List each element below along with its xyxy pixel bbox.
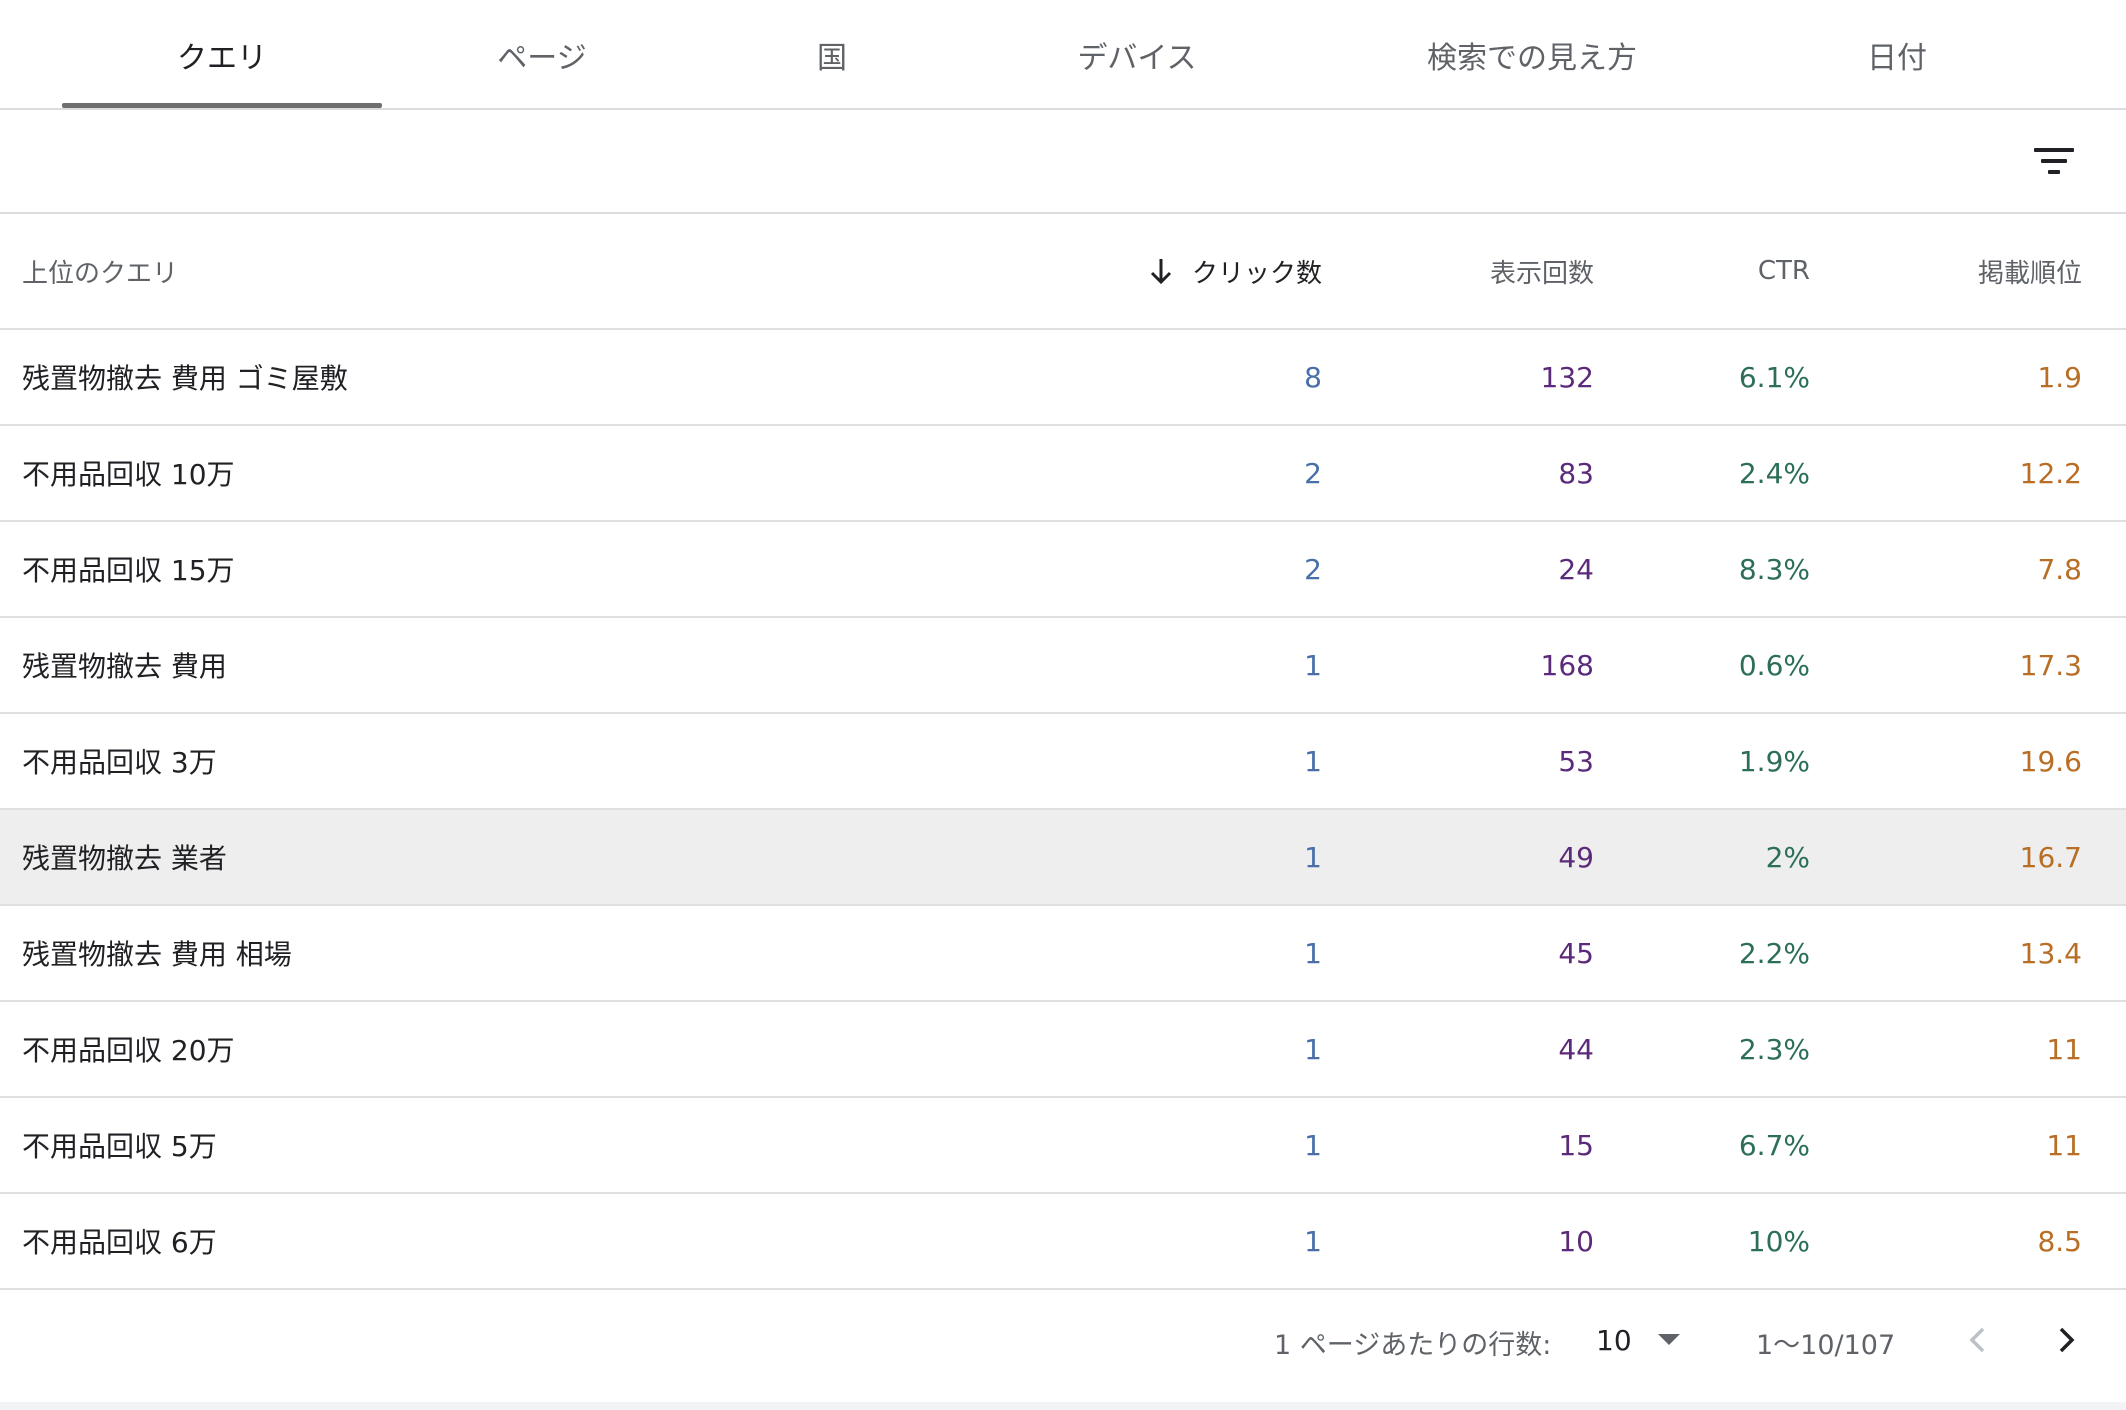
impressions-cell: 15 <box>1330 1098 1594 1192</box>
ctr-cell: 1.9% <box>1600 714 1810 808</box>
column-header-query[interactable]: 上位のクエリ <box>22 214 1022 328</box>
query-cell: 不用品回収 5万 <box>22 1098 1022 1192</box>
queries-table: 上位のクエリ クリック数 表示回数 CTR 掲載順位 残置物撤去 費用 ゴミ屋敷… <box>0 214 2126 1290</box>
impressions-cell: 45 <box>1330 906 1594 1000</box>
tab-country[interactable]: 国 <box>712 0 952 110</box>
impressions-cell: 10 <box>1330 1194 1594 1288</box>
position-cell: 13.4 <box>1820 906 2082 1000</box>
impressions-cell: 53 <box>1330 714 1594 808</box>
filter-list-icon[interactable] <box>2034 144 2074 180</box>
bottom-edge <box>0 1402 2126 1410</box>
query-cell: 不用品回収 20万 <box>22 1002 1022 1096</box>
chevron-right-icon <box>2040 1314 2092 1366</box>
clicks-cell: 1 <box>1030 1194 1322 1288</box>
clicks-cell: 1 <box>1030 1002 1322 1096</box>
column-header-clicks-label: クリック数 <box>1192 253 1322 290</box>
ctr-cell: 2.2% <box>1600 906 1810 1000</box>
table-row[interactable]: 残置物撤去 費用 1 168 0.6% 17.3 <box>0 618 2126 714</box>
table-header-row: 上位のクエリ クリック数 表示回数 CTR 掲載順位 <box>0 214 2126 330</box>
tab-device[interactable]: デバイス <box>982 0 1292 110</box>
dropdown-arrow-icon <box>1658 1334 1680 1345</box>
arrow-down-icon <box>1148 256 1174 286</box>
position-cell: 16.7 <box>1820 810 2082 904</box>
table-row[interactable]: 不用品回収 20万 1 44 2.3% 11 <box>0 1002 2126 1098</box>
pagination-footer: 1 ページあたりの行数: 10 1〜10/107 <box>0 1292 2126 1402</box>
table-row-hovered[interactable]: 残置物撤去 業者 1 49 2% 16.7 <box>0 810 2126 906</box>
table-row[interactable]: 不用品回収 6万 1 10 10% 8.5 <box>0 1194 2126 1290</box>
impressions-cell: 168 <box>1330 618 1594 712</box>
position-cell: 19.6 <box>1820 714 2082 808</box>
ctr-cell: 2.3% <box>1600 1002 1810 1096</box>
position-cell: 7.8 <box>1820 522 2082 616</box>
tab-date[interactable]: 日付 <box>1772 0 2022 110</box>
pagination-range: 1〜10/107 <box>1756 1320 1895 1364</box>
table-row[interactable]: 不用品回収 3万 1 53 1.9% 19.6 <box>0 714 2126 810</box>
dimension-tabs: クエリ ページ 国 デバイス 検索での見え方 日付 <box>0 0 2126 110</box>
tab-page[interactable]: ページ <box>392 0 692 110</box>
query-cell: 不用品回収 15万 <box>22 522 1022 616</box>
table-row[interactable]: 不用品回収 5万 1 15 6.7% 11 <box>0 1098 2126 1194</box>
column-header-position[interactable]: 掲載順位 <box>1820 214 2082 328</box>
impressions-cell: 132 <box>1330 330 1594 424</box>
rows-per-page-label: 1 ページあたりの行数: <box>1274 1320 1551 1364</box>
active-tab-indicator <box>62 103 382 108</box>
position-cell: 1.9 <box>1820 330 2082 424</box>
filter-bar <box>0 110 2126 214</box>
position-cell: 11 <box>1820 1002 2082 1096</box>
table-row[interactable]: 不用品回収 10万 2 83 2.4% 12.2 <box>0 426 2126 522</box>
chevron-left-icon <box>1952 1314 2004 1366</box>
ctr-cell: 10% <box>1600 1194 1810 1288</box>
query-cell: 不用品回収 3万 <box>22 714 1022 808</box>
next-page-button[interactable] <box>2040 1314 2092 1366</box>
position-cell: 17.3 <box>1820 618 2082 712</box>
column-header-ctr[interactable]: CTR <box>1600 214 1810 328</box>
clicks-cell: 1 <box>1030 1098 1322 1192</box>
query-cell: 不用品回収 10万 <box>22 426 1022 520</box>
table-row[interactable]: 残置物撤去 費用 相場 1 45 2.2% 13.4 <box>0 906 2126 1002</box>
table-row[interactable]: 残置物撤去 費用 ゴミ屋敷 8 132 6.1% 1.9 <box>0 330 2126 426</box>
ctr-cell: 6.1% <box>1600 330 1810 424</box>
position-cell: 11 <box>1820 1098 2082 1192</box>
impressions-cell: 49 <box>1330 810 1594 904</box>
query-cell: 残置物撤去 費用 ゴミ屋敷 <box>22 330 1022 424</box>
position-cell: 8.5 <box>1820 1194 2082 1288</box>
table-row[interactable]: 不用品回収 15万 2 24 8.3% 7.8 <box>0 522 2126 618</box>
tab-query[interactable]: クエリ <box>62 0 382 110</box>
position-cell: 12.2 <box>1820 426 2082 520</box>
clicks-cell: 2 <box>1030 522 1322 616</box>
clicks-cell: 8 <box>1030 330 1322 424</box>
previous-page-button[interactable] <box>1952 1314 2004 1366</box>
ctr-cell: 2.4% <box>1600 426 1810 520</box>
clicks-cell: 2 <box>1030 426 1322 520</box>
clicks-cell: 1 <box>1030 618 1322 712</box>
search-console-performance-table: クエリ ページ 国 デバイス 検索での見え方 日付 上位のクエリ <box>0 0 2126 1410</box>
clicks-cell: 1 <box>1030 810 1322 904</box>
ctr-cell: 6.7% <box>1600 1098 1810 1192</box>
ctr-cell: 8.3% <box>1600 522 1810 616</box>
clicks-cell: 1 <box>1030 714 1322 808</box>
tab-search-appearance[interactable]: 検索での見え方 <box>1332 0 1732 110</box>
impressions-cell: 83 <box>1330 426 1594 520</box>
clicks-cell: 1 <box>1030 906 1322 1000</box>
rows-per-page-select[interactable]: 10 <box>1596 1314 1696 1366</box>
impressions-cell: 44 <box>1330 1002 1594 1096</box>
query-cell: 不用品回収 6万 <box>22 1194 1022 1288</box>
query-cell: 残置物撤去 費用 <box>22 618 1022 712</box>
column-header-impressions[interactable]: 表示回数 <box>1330 214 1594 328</box>
ctr-cell: 2% <box>1600 810 1810 904</box>
ctr-cell: 0.6% <box>1600 618 1810 712</box>
query-cell: 残置物撤去 費用 相場 <box>22 906 1022 1000</box>
column-header-clicks[interactable]: クリック数 <box>1030 214 1322 328</box>
impressions-cell: 24 <box>1330 522 1594 616</box>
rows-per-page-value: 10 <box>1596 1324 1632 1357</box>
query-cell: 残置物撤去 業者 <box>22 810 1022 904</box>
